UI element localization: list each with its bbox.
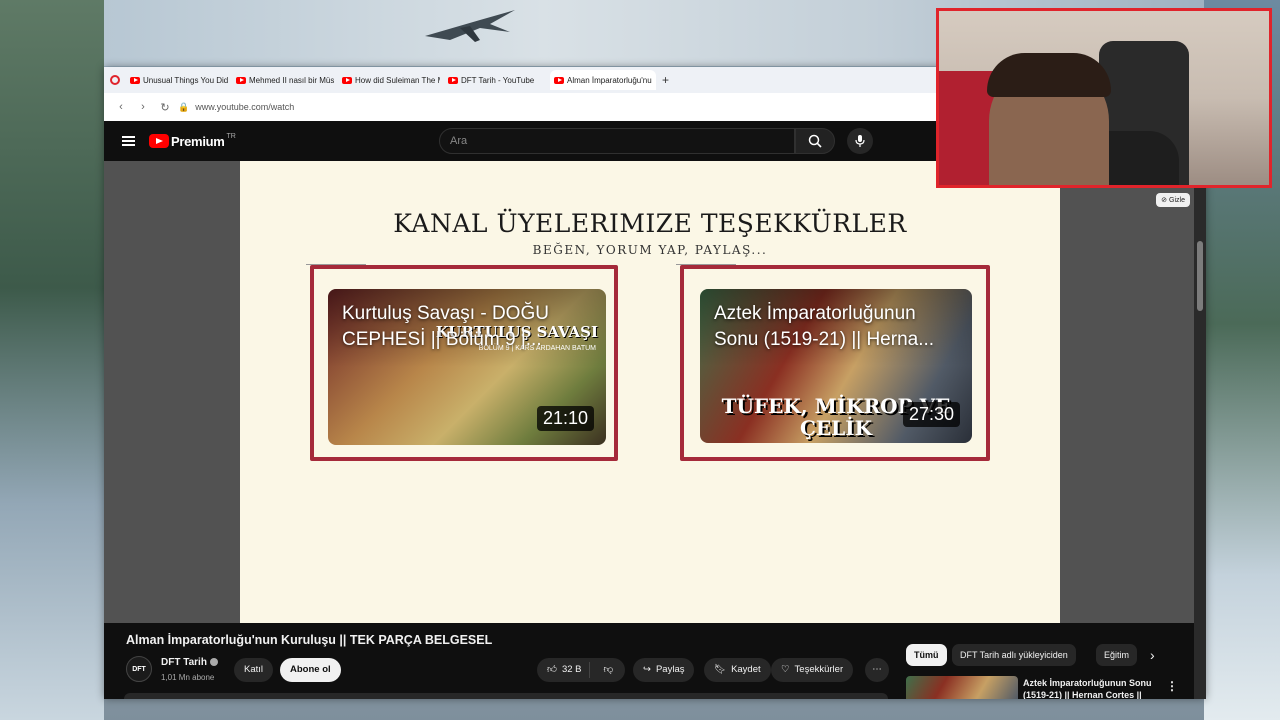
tab-label: How did Suleiman The Ma — [355, 75, 440, 85]
youtube-favicon-icon — [342, 76, 352, 84]
youtube-favicon-icon — [448, 76, 458, 84]
back-icon[interactable]: ‹ — [110, 101, 132, 113]
voice-search-button[interactable] — [847, 128, 873, 154]
end-screen-title: KANAL ÜYELERIMIZE TEŞEKKÜRLER — [393, 209, 907, 238]
tab-5-active[interactable]: Alman İmparatorluğu'nun — [550, 70, 656, 90]
logo-text: Premium — [171, 133, 225, 149]
end-screen-video-1[interactable]: KURTULUŞ SAVAŞI BÖLÜM 9 | KARS ARDAHAN B… — [328, 289, 606, 445]
search-icon — [808, 134, 822, 148]
join-button[interactable]: Katıl — [234, 658, 274, 682]
video-title: Alman İmparatorluğu'nun Kuruluşu || TEK … — [126, 633, 493, 647]
tab-label: Unusual Things You Didn't — [143, 75, 228, 85]
thumbs-up-icon: 👍︎ — [547, 664, 557, 675]
thanks-button[interactable]: ♡ Teşekkürler — [771, 658, 854, 682]
tab-label: DFT Tarih - YouTube — [461, 75, 535, 85]
region-code: TR — [226, 132, 236, 140]
share-button[interactable]: ↪ Paylaş — [633, 658, 695, 682]
description-box[interactable] — [124, 693, 888, 699]
like-count: 32 B — [561, 664, 582, 675]
end-screen: KANAL ÜYELERIMIZE TEŞEKKÜRLER BEĞEN, YOR… — [240, 161, 1060, 623]
end-screen-video-title: Aztek İmparatorluğunun Sonu (1519-21) ||… — [714, 303, 935, 350]
url-field[interactable]: www.youtube.com/watch — [195, 102, 294, 112]
webcam-overlay — [936, 8, 1272, 188]
eye-off-icon: ⊘ — [1161, 197, 1168, 204]
hide-label: Gizle — [1169, 196, 1185, 204]
channel-avatar[interactable]: DFT — [126, 656, 152, 682]
video-info: Alman İmparatorluğu'nun Kuruluşu || TEK … — [104, 623, 1194, 699]
hide-end-screen-button[interactable]: ⊘ Gizle — [1156, 193, 1190, 207]
channel-name[interactable]: DFT Tarih — [161, 657, 218, 668]
subscribe-button[interactable]: Abone ol — [280, 658, 341, 682]
tab-2[interactable]: Mehmed II nasıl bir Müslü — [232, 70, 338, 90]
thanks-label: Teşekkürler — [794, 664, 844, 675]
like-button[interactable]: 👍︎ 32 B — [537, 662, 591, 678]
airplane-illustration — [425, 10, 515, 42]
youtube-favicon-icon — [236, 76, 246, 84]
heart-dollar-icon: ♡ — [781, 664, 790, 675]
end-screen-video-title: Kurtuluş Savaşı - DOĞU CEPHESİ || Bölüm … — [342, 303, 549, 350]
recommended-video-thumbnail[interactable] — [906, 676, 1018, 699]
save-button[interactable]: 🔖︎ Kaydet — [704, 658, 771, 682]
search-input[interactable]: Ara — [439, 128, 795, 154]
opera-logo-icon[interactable] — [110, 75, 120, 85]
recommended-video-title[interactable]: Aztek İmparatorluğunun Sonu (1519-21) ||… — [1023, 677, 1163, 699]
save-label: Kaydet — [731, 664, 761, 675]
chip-from-uploader[interactable]: DFT Tarih adlı yükleyiciden — [952, 644, 1076, 666]
subscriber-count: 1,01 Mn abone — [161, 673, 215, 682]
lock-icon: 🔒 — [178, 101, 190, 112]
tab-label: Alman İmparatorluğu'nun — [567, 75, 652, 85]
youtube-favicon-icon — [130, 76, 140, 84]
chip-all[interactable]: Tümü — [906, 644, 947, 666]
more-actions-button[interactable]: ⋯ — [865, 658, 889, 682]
microphone-icon — [855, 135, 865, 147]
chevron-right-icon[interactable]: › — [1150, 647, 1155, 663]
youtube-favicon-icon — [554, 76, 564, 84]
chip-education[interactable]: Eğitim — [1096, 644, 1138, 666]
menu-icon[interactable] — [122, 134, 135, 148]
tab-4[interactable]: DFT Tarih - YouTube — [444, 70, 550, 90]
end-screen-video-2[interactable]: Aztek İmparatorluğunun Sonu (1519-21) ||… — [700, 289, 972, 443]
channel-name-text: DFT Tarih — [161, 657, 207, 668]
webcam-person-hair — [987, 53, 1111, 97]
reload-icon[interactable]: ↻ — [154, 101, 176, 114]
like-dislike-group: 👍︎ 32 B 👎︎ — [537, 658, 625, 682]
tab-3[interactable]: How did Suleiman The Ma — [338, 70, 444, 90]
end-screen-subtitle: BEĞEN, YORUM YAP, PAYLAŞ... — [532, 243, 768, 257]
share-label: Paylaş — [655, 664, 685, 675]
video-player[interactable]: KANAL ÜYELERIMIZE TEŞEKKÜRLER BEĞEN, YOR… — [104, 161, 1194, 623]
tab-1[interactable]: Unusual Things You Didn't — [126, 70, 232, 90]
new-tab-button[interactable]: + — [662, 73, 669, 87]
bookmark-icon: 🔖︎ — [714, 664, 727, 675]
youtube-page: Premium TR Ara KANAL ÜYELERIMIZE TEŞEKKÜ… — [104, 121, 1194, 699]
video-duration: 21:10 — [536, 406, 594, 431]
desktop-wallpaper-left — [0, 0, 104, 720]
video-duration: 27:30 — [902, 402, 960, 427]
share-icon: ↪ — [643, 664, 651, 675]
scrollbar-thumb[interactable] — [1197, 241, 1203, 311]
page-scrollbar[interactable] — [1194, 121, 1206, 699]
verified-icon — [209, 658, 218, 666]
search-placeholder: Ara — [450, 135, 468, 147]
dislike-icon[interactable]: 👎︎ — [595, 658, 621, 682]
tab-label: Mehmed II nasıl bir Müslü — [249, 75, 334, 85]
youtube-logo[interactable]: Premium TR — [149, 132, 236, 149]
youtube-logo-icon — [149, 134, 169, 148]
search-button[interactable] — [795, 128, 835, 154]
kebab-menu-icon[interactable]: ⋮ — [1166, 679, 1178, 693]
forward-icon[interactable]: › — [132, 101, 154, 113]
